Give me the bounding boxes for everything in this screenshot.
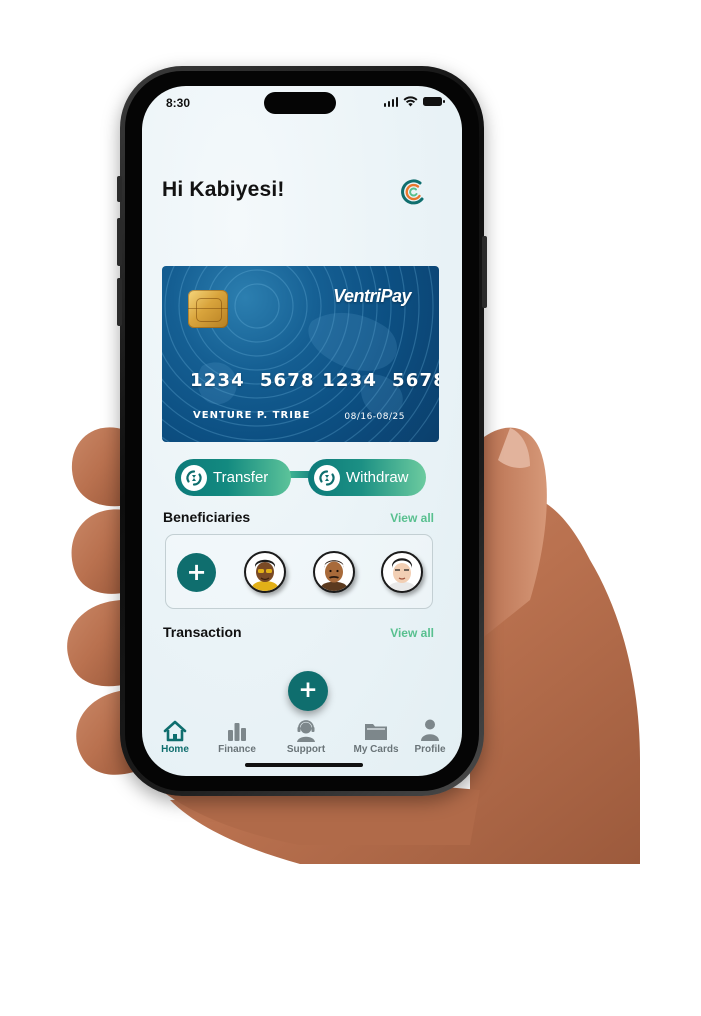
nav-my-cards-label: My Cards xyxy=(353,744,399,755)
exchange-icon xyxy=(181,464,207,491)
battery-icon xyxy=(423,97,445,106)
nav-profile-label: Profile xyxy=(414,744,446,755)
bank-card[interactable]: VentriPay 1234 5678 1234 5678 VENTURE P.… xyxy=(162,266,439,442)
action-connector xyxy=(290,471,310,478)
folder-icon xyxy=(365,724,387,740)
card-holder-name: VENTURE P. TRIBE xyxy=(193,410,311,421)
status-icons xyxy=(383,96,445,107)
nav-my-cards[interactable]: My Cards xyxy=(346,716,406,755)
card-chip-icon xyxy=(188,290,228,328)
transaction-title: Transaction xyxy=(163,624,242,640)
nav-finance-label: Finance xyxy=(218,744,256,755)
volume-down-button xyxy=(117,278,122,326)
card-number: 1234 5678 1234 5678 xyxy=(190,370,439,391)
app-logo-icon[interactable] xyxy=(400,179,426,205)
nav-finance[interactable]: Finance xyxy=(207,716,267,755)
card-validity-dates: 08/16-08/25 xyxy=(344,412,405,422)
wifi-icon xyxy=(403,96,418,107)
bar-chart-icon xyxy=(228,723,246,741)
volume-up-button xyxy=(117,218,122,266)
beneficiaries-list: + xyxy=(165,534,433,609)
support-agent-icon xyxy=(297,720,315,742)
beneficiary-avatar[interactable] xyxy=(244,551,286,593)
person-avatar-icon xyxy=(252,559,278,591)
add-beneficiary-button[interactable]: + xyxy=(177,553,216,592)
add-fab-button[interactable]: + xyxy=(288,671,328,711)
beneficiary-avatar[interactable] xyxy=(313,551,355,593)
transaction-view-all-link[interactable]: View all xyxy=(390,626,434,640)
phone-frame: 8:30 Hi Kabiyesi! VentriPay 1234 5678 12… xyxy=(117,66,487,796)
nav-support[interactable]: Support xyxy=(276,716,336,755)
nav-profile[interactable]: Profile xyxy=(400,716,460,755)
home-indicator[interactable] xyxy=(245,763,363,767)
nav-support-label: Support xyxy=(286,744,326,755)
nav-home-label: Home xyxy=(161,744,189,755)
withdraw-button[interactable]: Withdraw xyxy=(308,459,426,496)
greeting-title: Hi Kabiyesi! xyxy=(162,178,285,201)
beneficiary-avatar[interactable] xyxy=(381,551,423,593)
mute-switch xyxy=(117,176,122,202)
app-screen: 8:30 Hi Kabiyesi! VentriPay 1234 5678 12… xyxy=(142,86,462,776)
status-time: 8:30 xyxy=(166,96,191,110)
nav-home[interactable]: Home xyxy=(145,716,205,755)
card-brand-logo: VentriPay xyxy=(333,286,411,306)
transfer-button[interactable]: Transfer xyxy=(175,459,291,496)
transfer-label: Transfer xyxy=(213,469,269,486)
cellular-signal-icon xyxy=(383,96,398,107)
person-icon xyxy=(421,719,439,741)
exchange-icon xyxy=(314,464,340,491)
beneficiaries-view-all-link[interactable]: View all xyxy=(390,511,434,525)
person-avatar-icon xyxy=(321,560,347,591)
beneficiaries-title: Beneficiaries xyxy=(163,509,251,525)
home-icon xyxy=(163,720,187,742)
dynamic-island xyxy=(264,92,336,114)
person-avatar-icon xyxy=(389,558,415,591)
withdraw-label: Withdraw xyxy=(346,469,409,486)
power-button xyxy=(482,236,487,308)
